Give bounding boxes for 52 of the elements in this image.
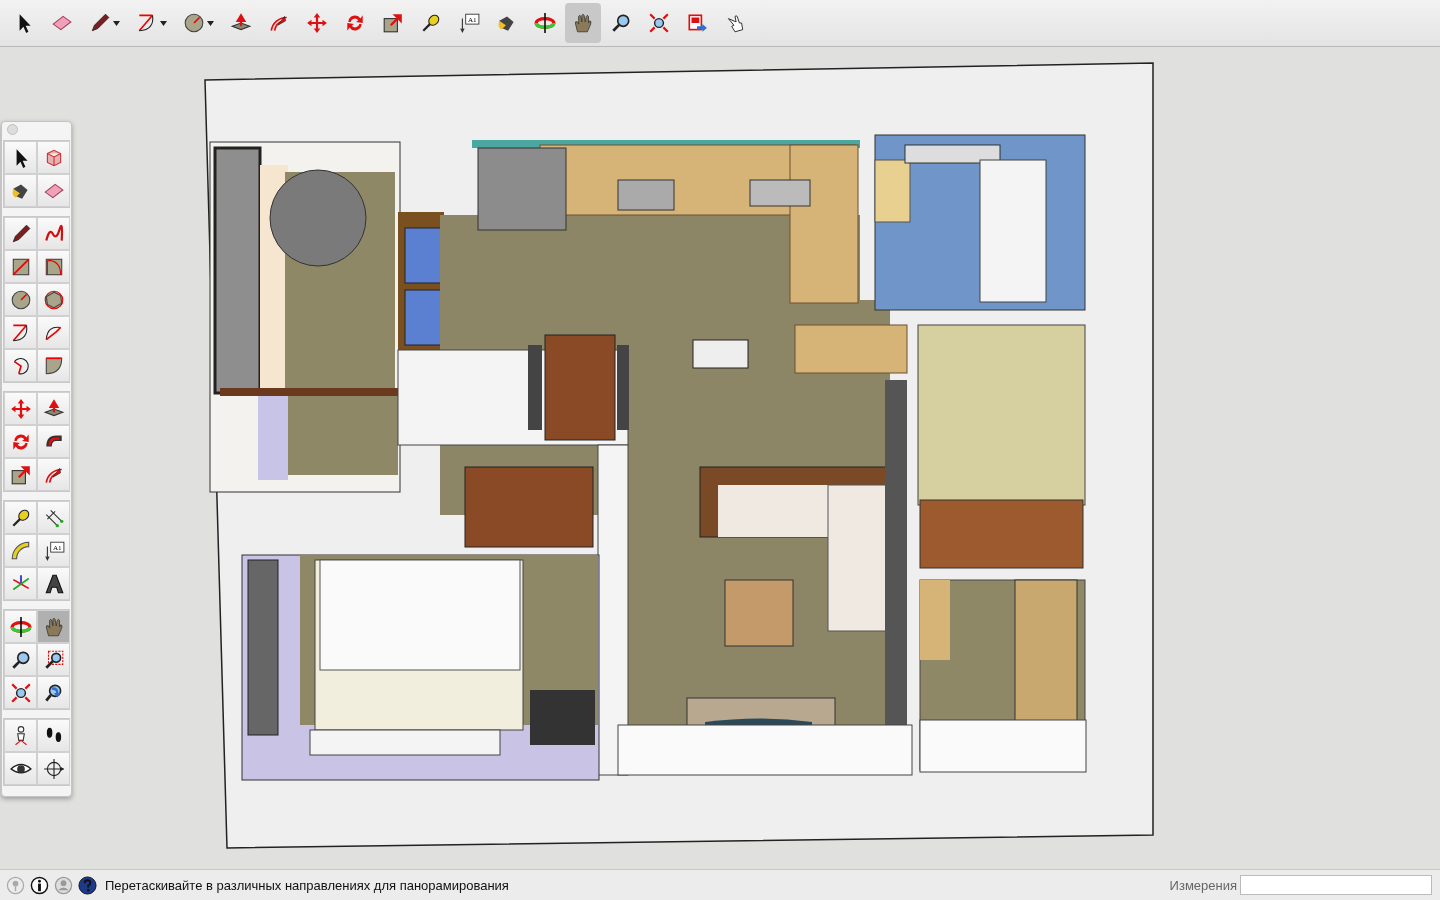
tool-button[interactable] <box>37 283 70 316</box>
tool-button[interactable] <box>4 217 37 250</box>
caret-icon[interactable] <box>207 20 214 26</box>
move-arrows-icon <box>9 397 32 420</box>
help-icon <box>78 875 97 895</box>
tool-button[interactable] <box>4 349 37 382</box>
pin-icon <box>6 875 25 895</box>
caret-icon[interactable] <box>160 20 167 26</box>
info-icon <box>30 875 49 895</box>
crosshair-icon <box>42 757 65 780</box>
tape-measure-icon <box>420 12 442 34</box>
user-icon <box>54 875 73 895</box>
zoom-extents-icon <box>648 12 670 34</box>
tool-button[interactable] <box>4 501 37 534</box>
tool-button[interactable] <box>4 610 37 643</box>
scale-icon <box>9 463 32 486</box>
tool-button[interactable] <box>37 676 70 709</box>
circle-icon <box>9 288 32 311</box>
circle-icon <box>183 12 205 34</box>
polygon-icon <box>42 288 65 311</box>
measurements-label: Измерения <box>1169 877 1237 893</box>
tool-button[interactable] <box>37 392 70 425</box>
export-icon <box>686 12 708 34</box>
scale-icon <box>382 12 404 34</box>
move-arrows-icon <box>306 12 328 34</box>
pencil-icon <box>89 12 111 34</box>
tool-button[interactable] <box>4 752 37 785</box>
orbit-icon <box>534 12 556 34</box>
tool-button[interactable] <box>37 567 70 600</box>
tool-button[interactable] <box>37 425 70 458</box>
tool-button[interactable] <box>37 643 70 676</box>
zoom-extents-icon <box>9 681 32 704</box>
orbit-icon <box>9 615 32 638</box>
tool-button[interactable] <box>4 283 37 316</box>
tool-button[interactable] <box>4 643 37 676</box>
measurements-field[interactable] <box>1240 875 1432 895</box>
tool-button[interactable] <box>4 250 37 283</box>
tool-button[interactable] <box>4 719 37 752</box>
tool-button[interactable] <box>37 752 70 785</box>
tool-button[interactable] <box>4 676 37 709</box>
zoom-icon <box>610 12 632 34</box>
tool-button[interactable] <box>37 719 70 752</box>
status-message: Перетаскивайте в различных направлениях для панорамирования <box>105 877 510 893</box>
tool-button[interactable] <box>37 349 70 382</box>
tool-button[interactable] <box>4 174 37 207</box>
caret-icon[interactable] <box>113 20 120 26</box>
tool-button[interactable] <box>37 250 70 283</box>
protractor-icon <box>9 539 32 562</box>
pencil-icon <box>9 222 32 245</box>
tool-button[interactable] <box>4 141 37 174</box>
tool-button[interactable] <box>4 458 37 491</box>
hand-icon <box>572 12 594 34</box>
